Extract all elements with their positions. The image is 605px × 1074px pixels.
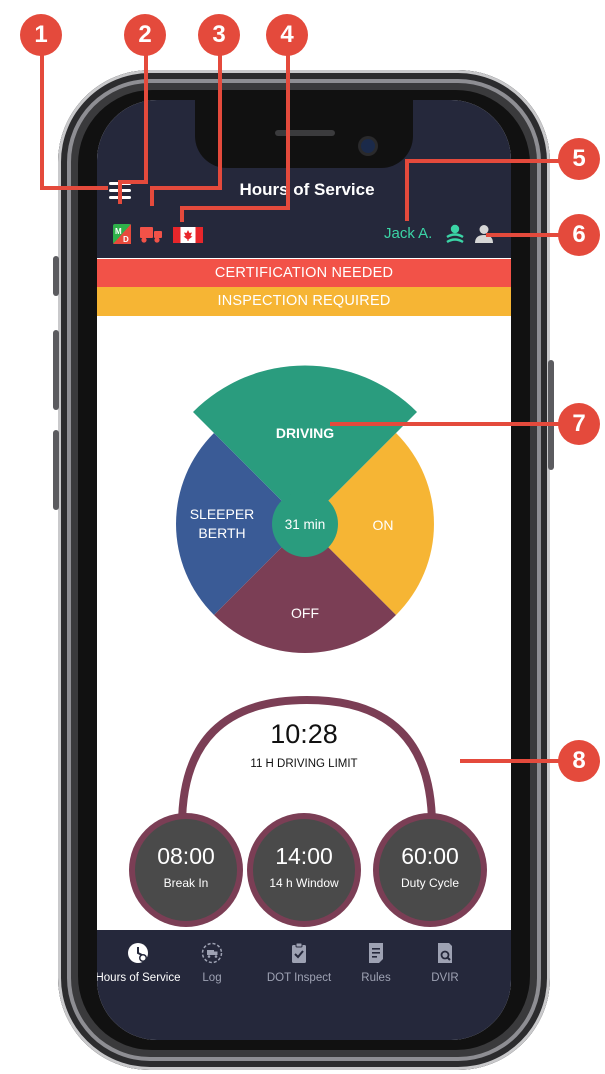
window-timer-label: 14 h Window [269, 876, 339, 890]
app-header: Hours of Service M D Jack A. [97, 100, 511, 258]
notch [195, 100, 413, 168]
page-title: Hours of Service [239, 180, 375, 199]
callout-line-6 [486, 233, 566, 237]
callout-line-3 [218, 40, 222, 188]
elapsed-time-label: 31 min [285, 517, 326, 532]
driving-limit-label: 11 H DRIVING LIMIT [250, 758, 358, 770]
nav-label: DOT Inspect [266, 972, 332, 984]
sleeper-label-line1: SLEEPER [190, 506, 255, 522]
callout-marker-3: 3 [198, 14, 240, 56]
window-timer[interactable]: 14:00 14 h Window [253, 819, 355, 921]
callout-line-4h [180, 206, 290, 210]
main-content: DRIVING SLEEPER BERTH ON OFF 31 min 10:2… [97, 316, 511, 930]
rules-document-icon [369, 943, 383, 963]
callout-marker-1: 1 [20, 14, 62, 56]
callout-line-8 [460, 759, 566, 763]
hos-clock-icon [128, 943, 148, 963]
callout-line-1 [40, 38, 44, 188]
active-driver-icon[interactable] [445, 224, 465, 244]
callout-marker-4: 4 [266, 14, 308, 56]
break-timer[interactable]: 08:00 Break In [135, 819, 237, 921]
truck-connection-icon[interactable] [140, 226, 164, 244]
nav-label: Log [202, 972, 222, 984]
dvir-search-icon [438, 943, 452, 963]
nav-label: DVIR [431, 972, 459, 984]
window-timer-value: 14:00 [275, 843, 333, 869]
callout-line-2 [144, 40, 148, 182]
callout-line-4v [180, 206, 184, 222]
callout-line-2v [118, 180, 122, 204]
bottom-nav: Hours of Service Log DOT Inspect Rules D… [97, 930, 511, 1040]
on-label: ON [373, 517, 394, 533]
canada-flag-icon[interactable] [173, 227, 203, 243]
nav-label: Rules [361, 972, 391, 984]
nav-item-log[interactable]: Log [167, 942, 257, 984]
cycle-timer-value: 60:00 [401, 843, 459, 869]
mute-switch [53, 256, 59, 296]
phone-screen: Hours of Service M D Jack A. CERTIFICATI… [97, 100, 511, 1040]
callout-line-4 [286, 40, 290, 210]
cycle-timer[interactable]: 60:00 Duty Cycle [379, 819, 481, 921]
speaker [275, 130, 335, 136]
power-button [548, 360, 554, 470]
clipboard-check-icon [292, 942, 306, 963]
break-timer-value: 08:00 [157, 843, 215, 869]
cycle-timer-label: Duty Cycle [400, 876, 459, 890]
callout-line-5h [405, 159, 567, 163]
certification-banner[interactable]: CERTIFICATION NEEDED [97, 259, 511, 288]
volume-up-button [53, 330, 59, 410]
sleeper-label-line2: BERTH [198, 525, 245, 541]
callout-marker-6: 6 [558, 214, 600, 256]
svg-text:M: M [115, 227, 122, 236]
callout-line-7 [330, 422, 566, 426]
callout-line-1h [40, 186, 108, 190]
malfunction-diagnostic-icon[interactable]: M D [113, 224, 131, 244]
callout-line-2h [118, 180, 148, 184]
break-timer-label: Break In [163, 876, 209, 890]
camera [361, 139, 375, 153]
nav-item-dvir[interactable]: DVIR [400, 942, 490, 984]
callout-marker-2: 2 [124, 14, 166, 56]
off-label: OFF [291, 605, 319, 621]
callout-marker-5: 5 [558, 138, 600, 180]
svg-text:D: D [123, 235, 129, 244]
callout-line-5v [405, 159, 409, 221]
callout-line-3v [150, 186, 154, 206]
driving-label: DRIVING [276, 425, 334, 441]
driving-limit-time: 10:28 [270, 719, 338, 749]
log-truck-icon [201, 942, 223, 964]
callout-marker-7: 7 [558, 403, 600, 445]
volume-down-button [53, 430, 59, 510]
duty-status-wheel: DRIVING SLEEPER BERTH ON OFF 31 min [176, 365, 434, 653]
inspection-banner[interactable]: INSPECTION REQUIRED [97, 287, 511, 316]
callout-marker-8: 8 [558, 740, 600, 782]
driver-name[interactable]: Jack A. [384, 225, 432, 242]
callout-line-3h [150, 186, 222, 190]
